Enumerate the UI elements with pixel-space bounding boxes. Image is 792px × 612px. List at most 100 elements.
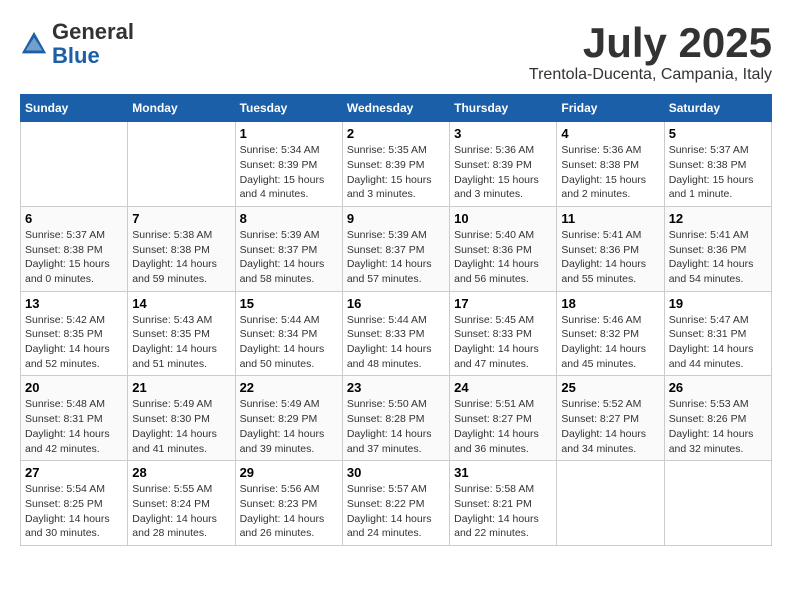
calendar-cell: 7 Sunrise: 5:38 AMSunset: 8:38 PMDaylight… [128,206,235,291]
day-number: 3 [454,126,552,141]
day-number: 10 [454,211,552,226]
day-info: Sunrise: 5:52 AMSunset: 8:27 PMDaylight:… [561,397,659,456]
weekday-header-cell: Sunday [21,95,128,122]
calendar-cell: 1Sunrise: 5:34 AMSunset: 8:39 PMDaylight… [235,122,342,207]
day-number: 7 [132,211,230,226]
day-number: 19 [669,296,767,311]
day-number: 18 [561,296,659,311]
logo-general: General [52,19,134,44]
day-info: Sunrise: 5:45 AMSunset: 8:33 PMDaylight:… [454,313,552,372]
day-info: Sunrise: 5:56 AMSunset: 8:23 PMDaylight:… [240,482,338,541]
calendar-cell: 21 Sunrise: 5:49 AMSunset: 8:30 PMDayligh… [128,376,235,461]
day-number: 15 [240,296,338,311]
day-info: Sunrise: 5:43 AMSunset: 8:35 PMDaylight:… [132,313,230,372]
calendar-week-row: 13 Sunrise: 5:42 AMSunset: 8:35 PMDayligh… [21,291,772,376]
day-info: Sunrise: 5:44 AMSunset: 8:33 PMDaylight:… [347,313,445,372]
day-info: Sunrise: 5:48 AMSunset: 8:31 PMDaylight:… [25,397,123,456]
day-number: 16 [347,296,445,311]
day-number: 28 [132,465,230,480]
day-number: 9 [347,211,445,226]
month-title: July 2025 [529,20,772,66]
weekday-header-cell: Wednesday [342,95,449,122]
calendar-cell: 22 Sunrise: 5:49 AMSunset: 8:29 PMDayligh… [235,376,342,461]
calendar-cell: 12 Sunrise: 5:41 AMSunset: 8:36 PMDayligh… [664,206,771,291]
calendar-cell: 5 Sunrise: 5:37 AMSunset: 8:38 PMDaylight… [664,122,771,207]
day-info: Sunrise: 5:38 AMSunset: 8:38 PMDaylight:… [132,228,230,287]
calendar-cell: 11Sunrise: 5:41 AMSunset: 8:36 PMDayligh… [557,206,664,291]
day-info: Sunrise: 5:34 AMSunset: 8:39 PMDaylight:… [240,143,338,202]
day-info: Sunrise: 5:36 AMSunset: 8:38 PMDaylight:… [561,143,659,202]
day-info: Sunrise: 5:53 AMSunset: 8:26 PMDaylight:… [669,397,767,456]
weekday-header-cell: Tuesday [235,95,342,122]
calendar-cell: 19 Sunrise: 5:47 AMSunset: 8:31 PMDayligh… [664,291,771,376]
calendar-cell [557,461,664,546]
calendar-cell: 27Sunrise: 5:54 AMSunset: 8:25 PMDayligh… [21,461,128,546]
calendar-week-row: 6 Sunrise: 5:37 AMSunset: 8:38 PMDaylight… [21,206,772,291]
calendar-cell: 13 Sunrise: 5:42 AMSunset: 8:35 PMDayligh… [21,291,128,376]
day-number: 22 [240,380,338,395]
calendar-cell: 3Sunrise: 5:36 AMSunset: 8:39 PMDaylight… [450,122,557,207]
day-number: 25 [561,380,659,395]
calendar-cell [128,122,235,207]
day-info: Sunrise: 5:58 AMSunset: 8:21 PMDaylight:… [454,482,552,541]
day-info: Sunrise: 5:42 AMSunset: 8:35 PMDaylight:… [25,313,123,372]
day-number: 2 [347,126,445,141]
day-info: Sunrise: 5:35 AMSunset: 8:39 PMDaylight:… [347,143,445,202]
day-number: 12 [669,211,767,226]
weekday-header-cell: Friday [557,95,664,122]
day-info: Sunrise: 5:44 AMSunset: 8:34 PMDaylight:… [240,313,338,372]
calendar-body: 1Sunrise: 5:34 AMSunset: 8:39 PMDaylight… [21,122,772,546]
day-number: 31 [454,465,552,480]
calendar-cell: 18Sunrise: 5:46 AMSunset: 8:32 PMDayligh… [557,291,664,376]
day-number: 13 [25,296,123,311]
calendar-cell: 8 Sunrise: 5:39 AMSunset: 8:37 PMDaylight… [235,206,342,291]
calendar-cell: 20 Sunrise: 5:48 AMSunset: 8:31 PMDayligh… [21,376,128,461]
day-number: 6 [25,211,123,226]
calendar-cell: 23 Sunrise: 5:50 AMSunset: 8:28 PMDayligh… [342,376,449,461]
day-number: 23 [347,380,445,395]
day-number: 5 [669,126,767,141]
calendar-table: SundayMondayTuesdayWednesdayThursdayFrid… [20,94,772,546]
day-number: 30 [347,465,445,480]
calendar-cell: 31 Sunrise: 5:58 AMSunset: 8:21 PMDayligh… [450,461,557,546]
calendar-cell: 4 Sunrise: 5:36 AMSunset: 8:38 PMDaylight… [557,122,664,207]
day-number: 8 [240,211,338,226]
calendar-cell: 26Sunrise: 5:53 AMSunset: 8:26 PMDayligh… [664,376,771,461]
day-info: Sunrise: 5:41 AMSunset: 8:36 PMDaylight:… [669,228,767,287]
calendar-cell: 17Sunrise: 5:45 AMSunset: 8:33 PMDayligh… [450,291,557,376]
weekday-header-cell: Monday [128,95,235,122]
calendar-week-row: 1Sunrise: 5:34 AMSunset: 8:39 PMDaylight… [21,122,772,207]
calendar-cell: 2 Sunrise: 5:35 AMSunset: 8:39 PMDaylight… [342,122,449,207]
day-number: 21 [132,380,230,395]
location-title: Trentola-Ducenta, Campania, Italy [529,66,772,84]
day-info: Sunrise: 5:47 AMSunset: 8:31 PMDaylight:… [669,313,767,372]
day-info: Sunrise: 5:50 AMSunset: 8:28 PMDaylight:… [347,397,445,456]
calendar-cell: 6 Sunrise: 5:37 AMSunset: 8:38 PMDaylight… [21,206,128,291]
day-info: Sunrise: 5:37 AMSunset: 8:38 PMDaylight:… [25,228,123,287]
day-info: Sunrise: 5:49 AMSunset: 8:30 PMDaylight:… [132,397,230,456]
calendar-cell: 14 Sunrise: 5:43 AMSunset: 8:35 PMDayligh… [128,291,235,376]
logo-blue: Blue [52,43,100,68]
day-number: 20 [25,380,123,395]
calendar-cell: 29 Sunrise: 5:56 AMSunset: 8:23 PMDayligh… [235,461,342,546]
weekday-header-cell: Thursday [450,95,557,122]
day-info: Sunrise: 5:40 AMSunset: 8:36 PMDaylight:… [454,228,552,287]
weekday-header-cell: Saturday [664,95,771,122]
weekday-header-row: SundayMondayTuesdayWednesdayThursdayFrid… [21,95,772,122]
day-number: 29 [240,465,338,480]
day-number: 4 [561,126,659,141]
day-info: Sunrise: 5:57 AMSunset: 8:22 PMDaylight:… [347,482,445,541]
day-number: 24 [454,380,552,395]
day-info: Sunrise: 5:37 AMSunset: 8:38 PMDaylight:… [669,143,767,202]
day-info: Sunrise: 5:51 AMSunset: 8:27 PMDaylight:… [454,397,552,456]
calendar-cell [664,461,771,546]
calendar-cell: 24 Sunrise: 5:51 AMSunset: 8:27 PMDayligh… [450,376,557,461]
day-number: 11 [561,211,659,226]
day-info: Sunrise: 5:39 AMSunset: 8:37 PMDaylight:… [240,228,338,287]
day-info: Sunrise: 5:54 AMSunset: 8:25 PMDaylight:… [25,482,123,541]
day-info: Sunrise: 5:55 AMSunset: 8:24 PMDaylight:… [132,482,230,541]
calendar-cell: 25 Sunrise: 5:52 AMSunset: 8:27 PMDayligh… [557,376,664,461]
day-number: 14 [132,296,230,311]
day-info: Sunrise: 5:49 AMSunset: 8:29 PMDaylight:… [240,397,338,456]
calendar-week-row: 20 Sunrise: 5:48 AMSunset: 8:31 PMDayligh… [21,376,772,461]
